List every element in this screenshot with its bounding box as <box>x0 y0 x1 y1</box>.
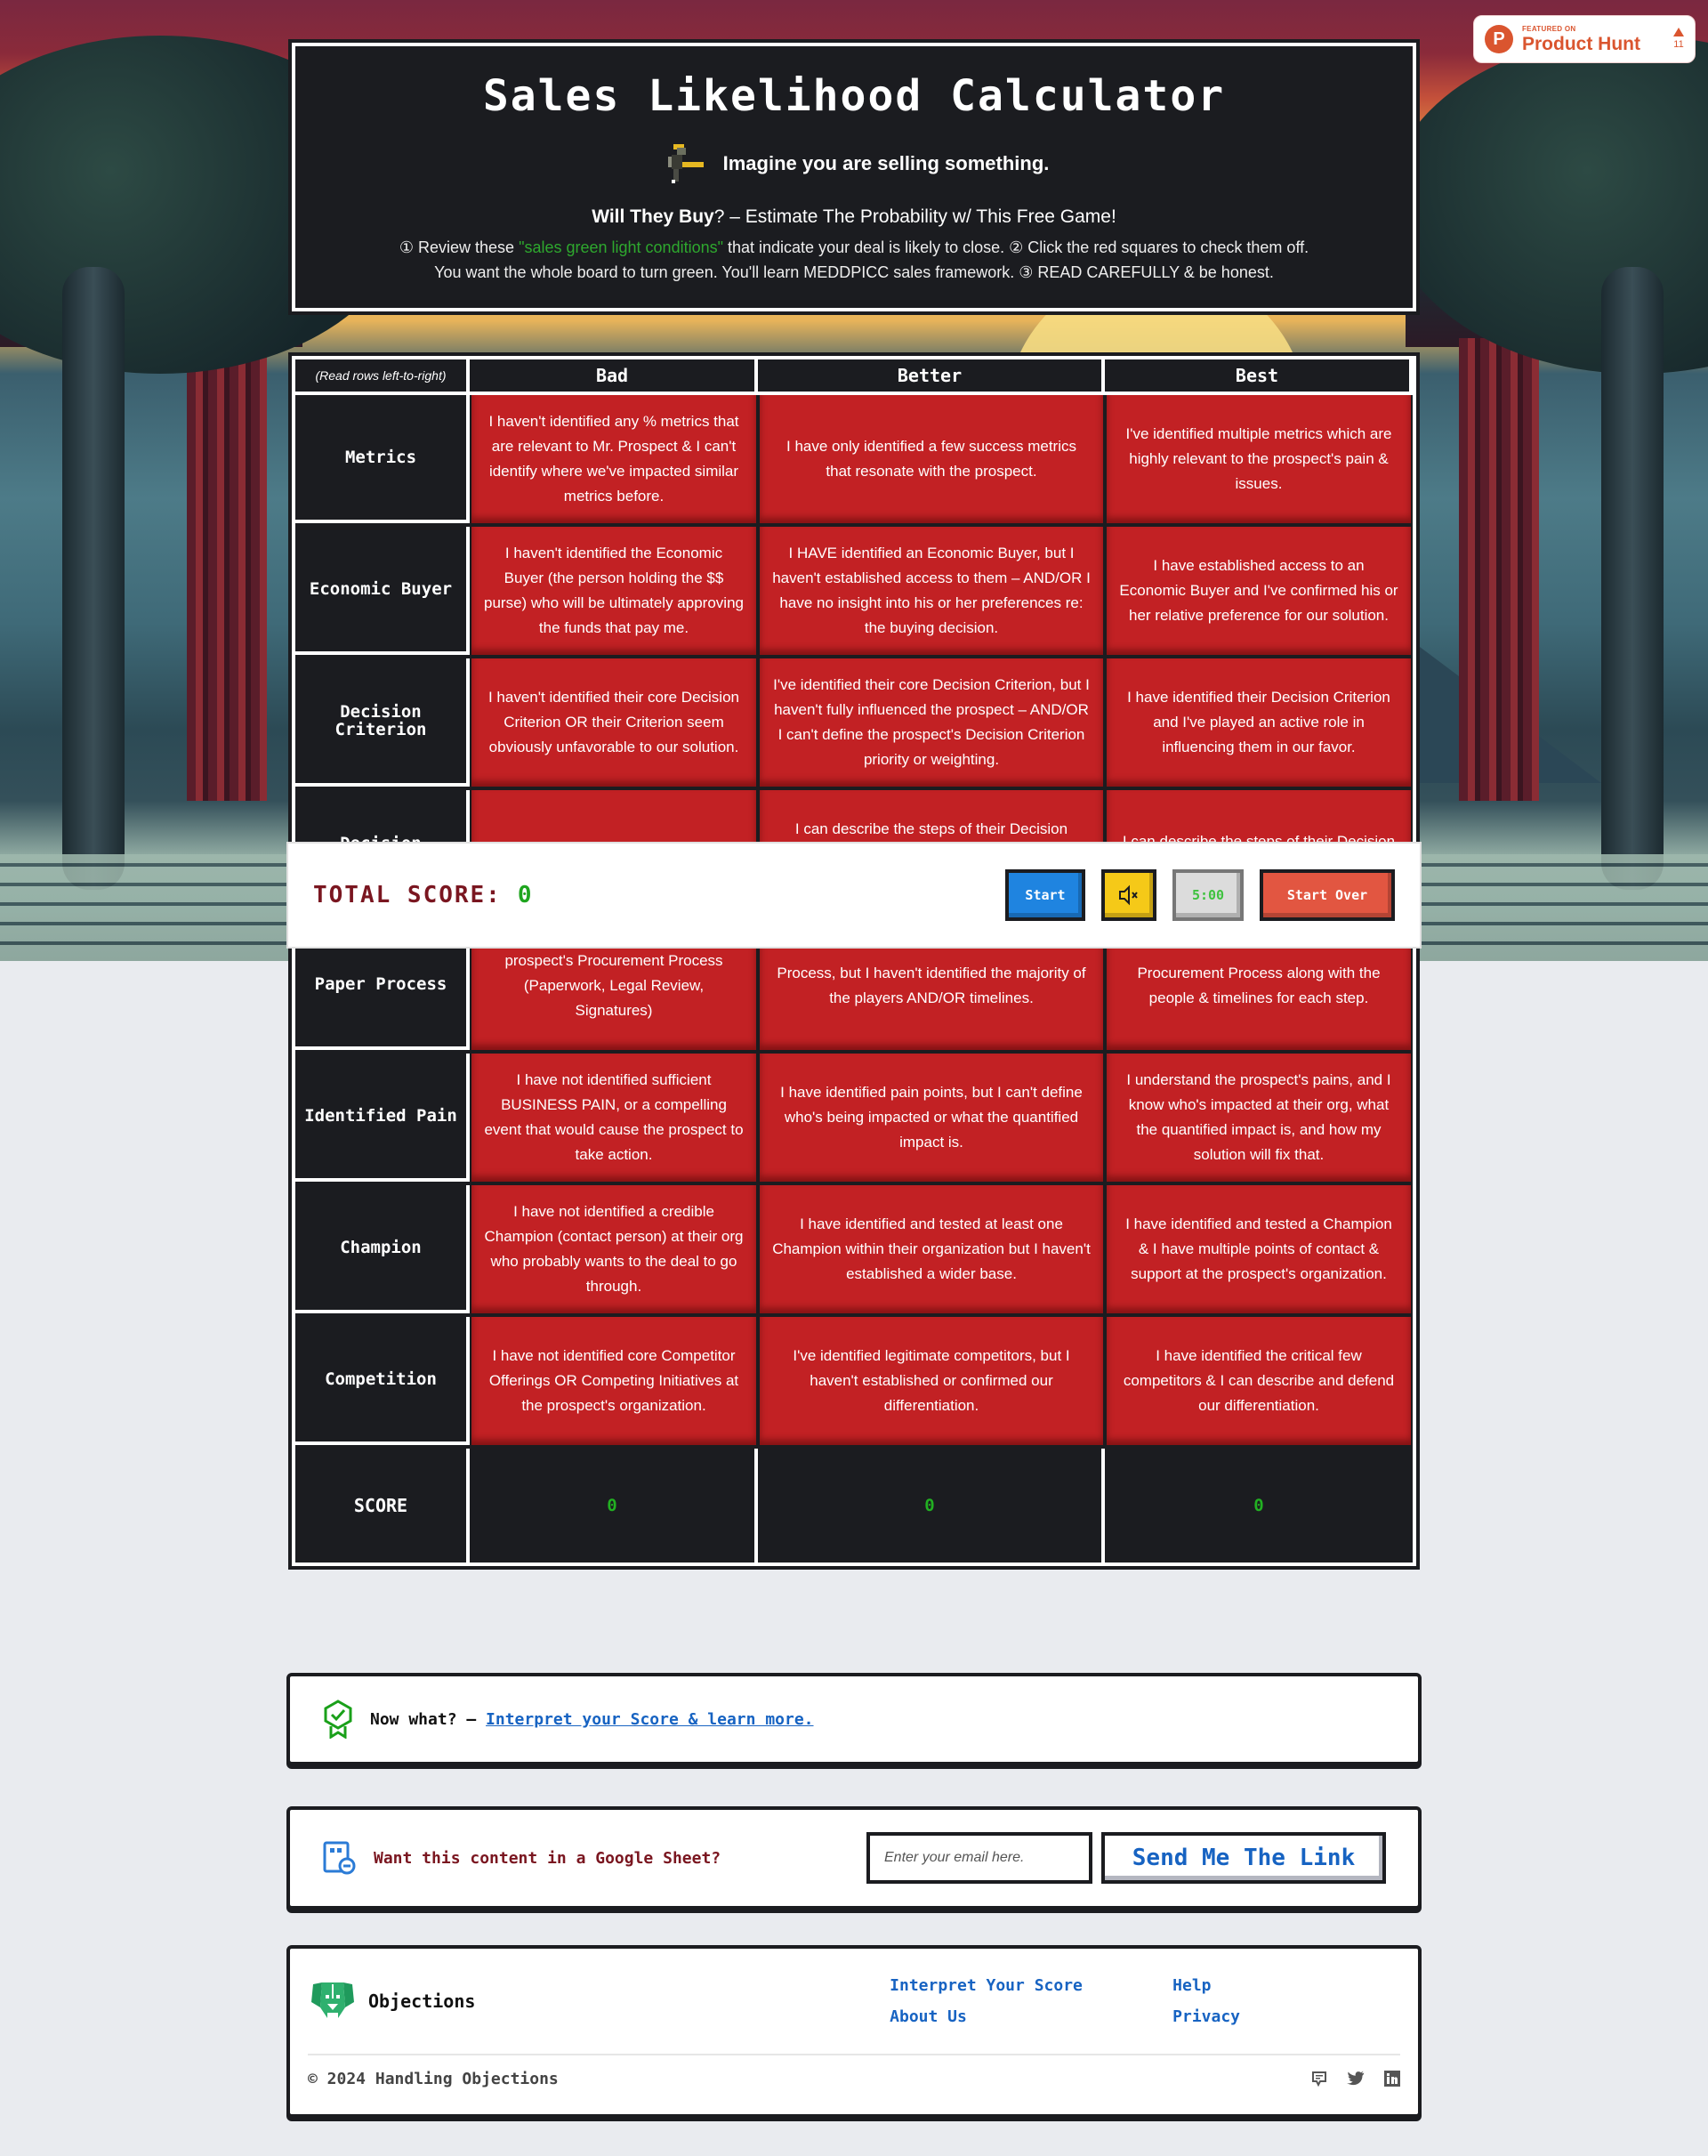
brand-name: Objections <box>368 1990 476 2012</box>
now-what-prefix: Now what? – <box>370 1709 487 1729</box>
subtitle-bold: Will They Buy <box>592 206 714 227</box>
column-header-better: Better <box>758 359 1105 395</box>
copyright: © 2024 Handling Objections <box>308 2069 559 2088</box>
row-label: Decision Criterion <box>295 658 470 787</box>
condition-cell-best[interactable]: I have identified and tested a Champion … <box>1107 1185 1411 1313</box>
instruction-text: that indicate your deal is likely to clo… <box>723 238 1309 256</box>
pillar-decoration <box>1459 338 1539 801</box>
corner-note: (Read rows left-to-right) <box>295 359 470 395</box>
send-link-button[interactable]: Send Me The Link <box>1101 1832 1386 1884</box>
condition-cell-bad[interactable]: I haven't identified their core Decision… <box>471 658 756 787</box>
condition-cell-bad[interactable]: I have not identified a credible Champio… <box>471 1185 756 1313</box>
condition-cell-best[interactable]: I have identified their Decision Criteri… <box>1107 658 1411 787</box>
condition-cell-bad[interactable]: I haven't identified the Economic Buyer … <box>471 527 756 655</box>
vote-count: 11 <box>1673 39 1684 51</box>
start-button[interactable]: Start <box>1005 869 1085 921</box>
green-light-conditions-highlight: "sales green light conditions" <box>519 238 723 256</box>
upvote-arrow-icon <box>1673 28 1684 37</box>
now-what-text: Now what? – Interpret your Score & learn… <box>370 1710 814 1729</box>
row-label: Metrics <box>295 395 470 523</box>
condition-cell-bad[interactable]: I have not identified sufficient BUSINES… <box>471 1054 756 1182</box>
instructions: ① Review these "sales green light condit… <box>295 235 1413 285</box>
meddpicc-calculator-table: (Read rows left-to-right) Bad Better Bes… <box>292 356 1416 1566</box>
row-label: Identified Pain <box>295 1054 470 1182</box>
start-over-button[interactable]: Start Over <box>1260 869 1395 921</box>
row-label: Economic Buyer <box>295 527 470 655</box>
score-row-label: SCORE <box>295 1449 470 1562</box>
timer-display[interactable]: 5:00 <box>1172 869 1244 921</box>
tree-trunk-decoration <box>1601 267 1664 890</box>
pixel-warrior-icon <box>667 144 704 183</box>
header-panel: Sales Likelihood Calculator Imagine you … <box>292 43 1416 311</box>
product-hunt-name: Product Hunt <box>1522 33 1640 54</box>
condition-cell-better[interactable]: I've identified their core Decision Crit… <box>760 658 1103 787</box>
footer-link-about-us[interactable]: About Us <box>890 2007 1172 2026</box>
condition-cell-best[interactable]: I have established access to an Economic… <box>1107 527 1411 655</box>
linkedin-icon[interactable] <box>1384 2071 1400 2087</box>
column-header-bad: Bad <box>470 359 758 395</box>
now-what-card: Now what? – Interpret your Score & learn… <box>286 1673 1422 1765</box>
product-hunt-logo-icon: P <box>1485 25 1513 53</box>
row-label: Competition <box>295 1317 470 1445</box>
mute-button[interactable] <box>1101 869 1156 921</box>
total-score-label: TOTAL SCORE: <box>313 882 502 908</box>
footer: Objections Interpret Your Score Help Abo… <box>286 1945 1422 2118</box>
interpret-score-link[interactable]: Interpret your Score & learn more. <box>486 1710 813 1729</box>
row-label: Champion <box>295 1185 470 1313</box>
condition-cell-better[interactable]: I have identified pain points, but I can… <box>760 1054 1103 1182</box>
pillar-decoration <box>187 338 267 801</box>
product-hunt-badge[interactable]: P FEATURED ON Product Hunt 11 <box>1473 15 1696 63</box>
social-links <box>1311 2071 1400 2087</box>
footer-link-help[interactable]: Help <box>1172 1976 1240 1995</box>
feedback-icon[interactable] <box>1311 2071 1327 2087</box>
condition-cell-best[interactable]: I've identified multiple metrics which a… <box>1107 395 1411 523</box>
tagline: Imagine you are selling something. <box>722 152 1050 174</box>
sheet-link-icon <box>323 1841 356 1875</box>
column-header-best: Best <box>1105 359 1413 395</box>
google-sheet-prompt: Want this content in a Google Sheet? <box>374 1848 721 1868</box>
condition-cell-better[interactable]: I have only identified a few success met… <box>760 395 1103 523</box>
condition-cell-best[interactable]: I have identified the critical few compe… <box>1107 1317 1411 1445</box>
total-score-bar: TOTAL SCORE: 0 Start 5:00 Start Over <box>288 844 1420 947</box>
footer-links: Interpret Your Score Help About Us Priva… <box>890 1976 1240 2026</box>
speaker-muted-icon <box>1119 884 1138 906</box>
email-input[interactable] <box>866 1832 1092 1884</box>
featured-on-label: FEATURED ON <box>1522 24 1576 33</box>
brand-logo[interactable]: Objections <box>308 1981 475 2022</box>
instruction-text: ① Review these <box>399 238 520 256</box>
total-score-value: 0 <box>517 882 532 908</box>
tree-trunk-decoration <box>62 267 125 890</box>
condition-cell-bad[interactable]: I haven't identified any % metrics that … <box>471 395 756 523</box>
page-title: Sales Likelihood Calculator <box>482 71 1226 121</box>
footer-link-privacy[interactable]: Privacy <box>1172 2007 1240 2026</box>
score-bad: 0 <box>470 1449 758 1562</box>
condition-cell-better[interactable]: I HAVE identified an Economic Buyer, but… <box>760 527 1103 655</box>
instruction-text: You want the whole board to turn green. … <box>434 263 1274 281</box>
condition-cell-bad[interactable]: I have not identified core Competitor Of… <box>471 1317 756 1445</box>
dog-logo-icon <box>311 1982 354 2018</box>
google-sheet-card: Want this content in a Google Sheet? Sen… <box>286 1806 1422 1910</box>
footer-link-interpret-score[interactable]: Interpret Your Score <box>890 1976 1172 1995</box>
twitter-icon[interactable] <box>1347 2071 1365 2087</box>
award-check-icon <box>324 1700 352 1739</box>
subtitle: Will They Buy? – Estimate The Probabilit… <box>295 206 1413 228</box>
subtitle-rest: ? – Estimate The Probability w/ This Fre… <box>713 206 1116 227</box>
upvote-count: 11 <box>1673 28 1684 50</box>
score-best: 0 <box>1105 1449 1413 1562</box>
condition-cell-better[interactable]: I've identified legitimate competitors, … <box>760 1317 1103 1445</box>
condition-cell-better[interactable]: I have identified and tested at least on… <box>760 1185 1103 1313</box>
score-better: 0 <box>758 1449 1105 1562</box>
condition-cell-best[interactable]: I understand the prospect's pains, and I… <box>1107 1054 1411 1182</box>
